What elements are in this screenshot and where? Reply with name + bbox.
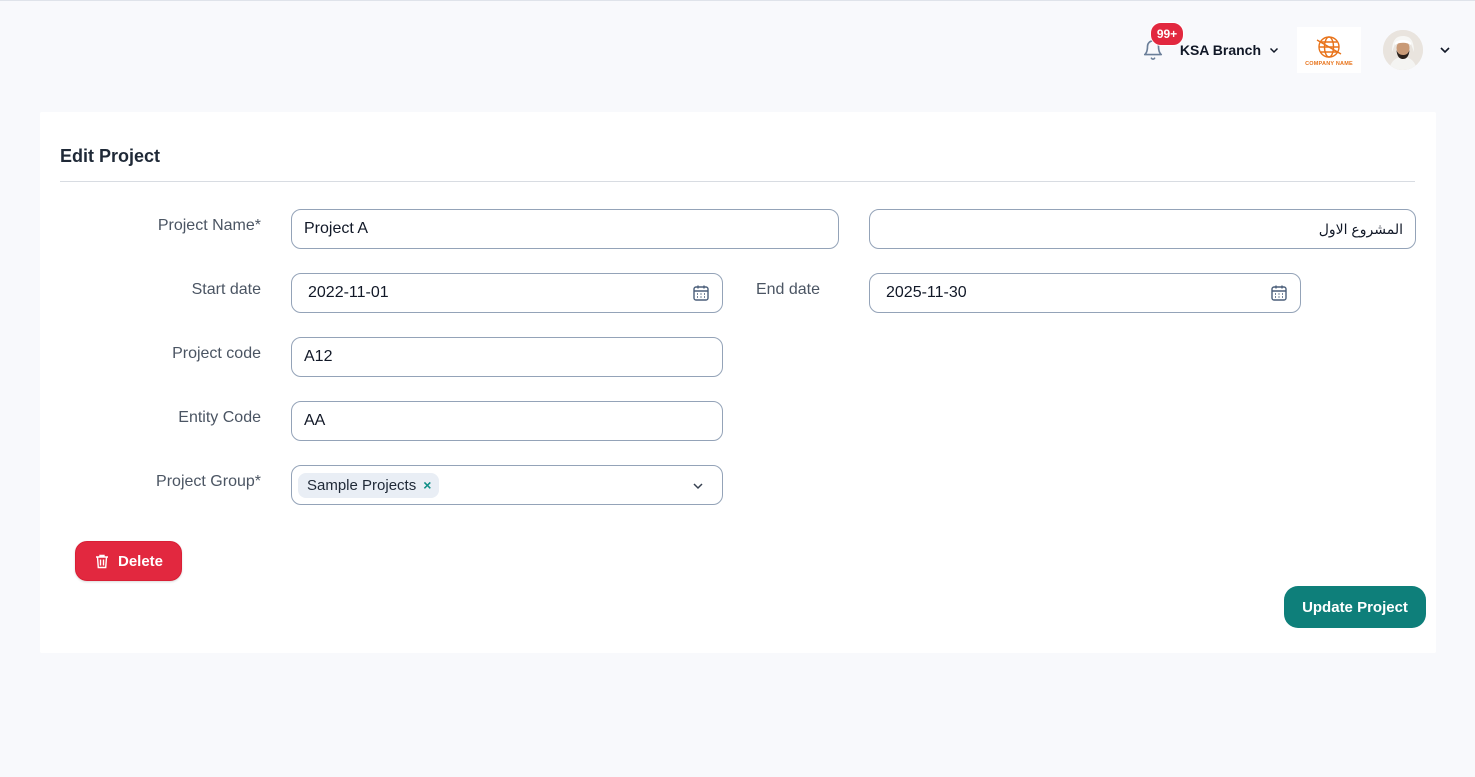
project-name-arabic-input[interactable]: المشروع الاول <box>869 209 1416 249</box>
chevron-down-icon <box>1269 47 1279 54</box>
selected-tag: Sample Projects × <box>298 472 440 498</box>
logo-text: COMPANY NAME <box>1305 60 1353 67</box>
user-avatar-icon <box>1383 30 1423 70</box>
edit-project-card: Edit Project Project Name* Project A الم… <box>40 112 1436 653</box>
tag-label: Sample Projects <box>307 476 417 494</box>
project-code-label: Project code <box>172 345 261 362</box>
project-code-input[interactable]: A12 <box>291 337 723 377</box>
trash-icon <box>95 554 108 569</box>
project-group-select[interactable]: Sample Projects × <box>291 465 723 505</box>
top-header: 99+ KSA Branch COMPANY NAME <box>1142 22 1451 74</box>
title-divider <box>60 181 1415 182</box>
end-date-label: End date <box>755 281 820 298</box>
project-name-input[interactable]: Project A <box>291 209 839 249</box>
branch-label: KSA Branch <box>1179 42 1261 58</box>
chevron-down-icon[interactable] <box>692 480 704 492</box>
end-date-input[interactable]: 2025-11-30 <box>869 273 1301 313</box>
calendar-icon[interactable] <box>1270 284 1288 302</box>
entity-code-label: Entity Code <box>178 409 261 426</box>
delete-label: Delete <box>117 552 164 570</box>
branch-selector[interactable]: KSA Branch <box>1180 42 1279 58</box>
remove-tag-icon[interactable]: × <box>423 477 431 493</box>
page-title: Edit Project <box>60 146 161 166</box>
notifications-button[interactable]: 99+ <box>1142 22 1185 63</box>
avatar[interactable] <box>1383 30 1423 70</box>
top-divider <box>0 0 1475 1</box>
delete-button[interactable]: Delete <box>75 541 182 581</box>
project-name-label: Project Name* <box>157 217 261 234</box>
start-date-label: Start date <box>191 281 261 298</box>
notification-badge: 99+ <box>1149 22 1185 46</box>
globe-logo-icon <box>1316 35 1342 58</box>
update-project-button[interactable]: Update Project <box>1284 586 1426 628</box>
company-logo: COMPANY NAME <box>1297 27 1361 73</box>
entity-code-input[interactable]: AA <box>291 401 723 441</box>
end-date-value: 2025-11-30 <box>886 284 967 301</box>
user-menu-chevron-icon[interactable] <box>1439 44 1451 56</box>
project-group-label: Project Group* <box>156 473 261 490</box>
start-date-value: 2022-11-01 <box>308 284 389 301</box>
